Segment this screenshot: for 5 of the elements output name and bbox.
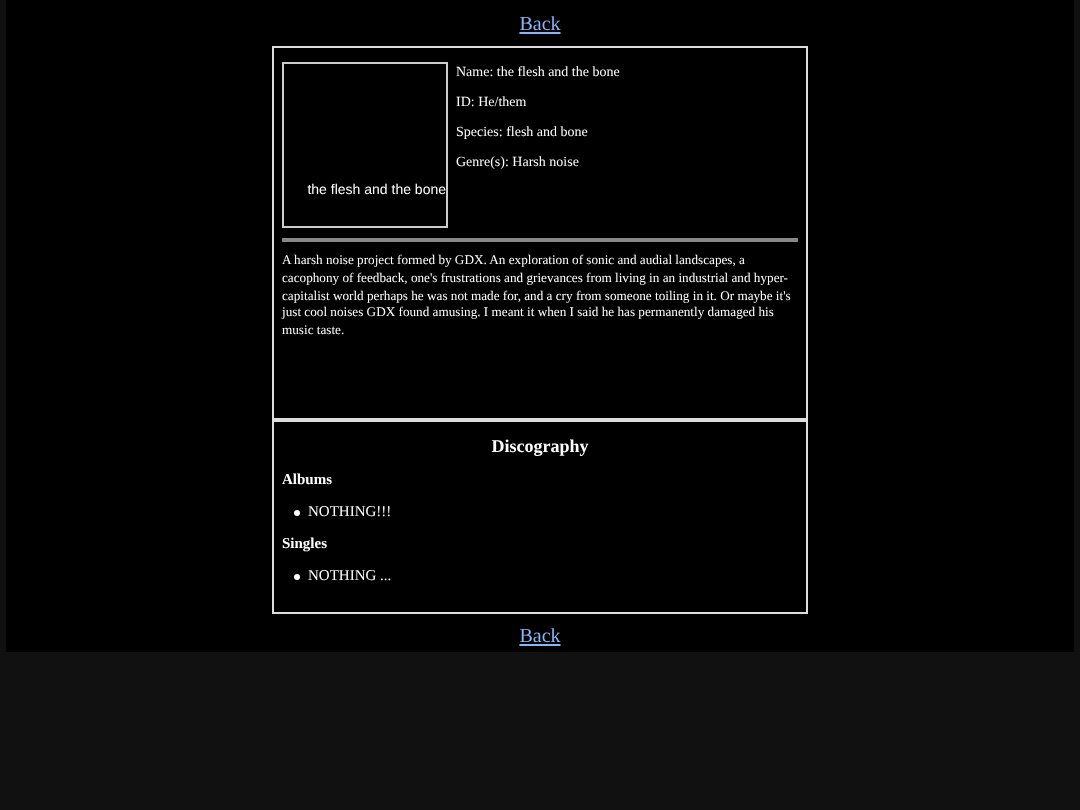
discography-heading: Discography: [489, 436, 591, 458]
bullet-icon: [294, 509, 300, 515]
back-link[interactable]: Back: [519, 626, 561, 650]
back-link[interactable]: Back: [519, 14, 561, 38]
bullet-icon: [294, 573, 300, 579]
